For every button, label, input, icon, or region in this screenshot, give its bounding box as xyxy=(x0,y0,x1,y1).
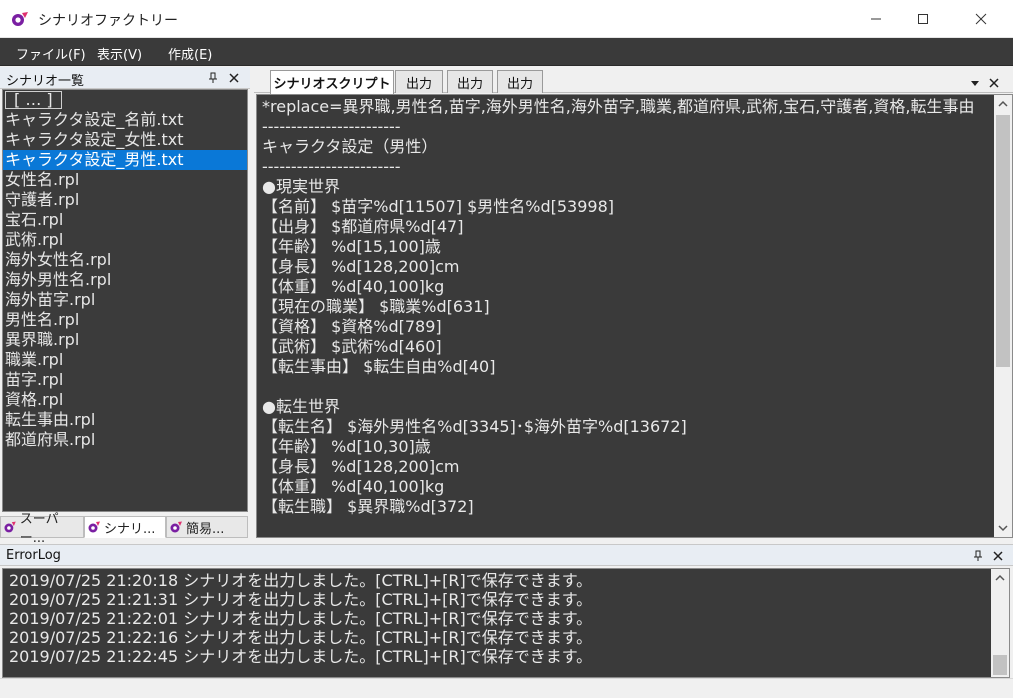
minimize-button[interactable] xyxy=(853,0,899,38)
close-icon[interactable] xyxy=(989,73,999,92)
errorlog-text[interactable]: 2019/07/25 21:20:18 シナリオを出力しました。[CTRL]+[… xyxy=(2,568,1010,678)
app-icon xyxy=(88,521,100,533)
scroll-thumb[interactable] xyxy=(996,115,1010,367)
menu-file[interactable]: ファイル(F) xyxy=(16,44,86,63)
errorlog-title: ErrorLog xyxy=(6,548,61,563)
script-line: 【体重】 %d[40,100]kg xyxy=(262,277,445,296)
errorlog-scrollbar[interactable] xyxy=(991,569,1009,677)
tab-output-3[interactable]: 出力 xyxy=(497,70,543,93)
menu-create[interactable]: 作成(E) xyxy=(168,44,212,63)
pin-icon[interactable] xyxy=(970,548,986,564)
app-icon xyxy=(4,521,16,533)
app-window: シナリオファクトリー ファイル(F) 表示(V) 作成(E) シナリオ一覧 [ … xyxy=(0,0,1013,698)
script-line: ●現実世界 xyxy=(262,177,340,196)
close-icon[interactable] xyxy=(226,70,242,86)
close-icon[interactable] xyxy=(990,548,1006,564)
script-line: ●転生世界 xyxy=(262,397,340,416)
close-icon xyxy=(975,13,987,25)
log-line: 2019/07/25 21:22:45 シナリオを出力しました。[CTRL]+[… xyxy=(9,647,593,666)
list-item[interactable]: 守護者.rpl xyxy=(3,190,247,210)
script-line: 【転生事由】 $転生自由%d[40] xyxy=(262,357,496,376)
title-bar: シナリオファクトリー xyxy=(0,0,1013,38)
app-icon xyxy=(10,9,30,29)
script-line: 【武術】 $武術%d[460] xyxy=(262,337,442,356)
app-icon xyxy=(170,521,182,533)
scroll-down-icon[interactable] xyxy=(994,519,1012,537)
list-item-parent[interactable]: [ … ] xyxy=(3,90,247,110)
list-item[interactable]: 武術.rpl xyxy=(3,230,247,250)
tab-output-2[interactable]: 出力 xyxy=(447,70,493,93)
list-item[interactable]: 異界職.rpl xyxy=(3,330,247,350)
script-line: 【身長】 %d[128,200]cm xyxy=(262,457,460,476)
errorlog-header: ErrorLog xyxy=(0,544,1013,566)
list-item[interactable]: 宝石.rpl xyxy=(3,210,247,230)
script-line: キャラクタ設定（男性） xyxy=(262,137,438,156)
scenario-file-list[interactable]: [ … ] キャラクタ設定_名前.txt キャラクタ設定_女性.txt キャラク… xyxy=(2,89,248,512)
list-item[interactable]: 資格.rpl xyxy=(3,390,247,410)
script-editor[interactable]: *replace=異界職,男性名,苗字,海外男性名,海外苗字,職業,都道府県,武… xyxy=(256,94,1013,538)
dropdown-icon[interactable] xyxy=(970,73,980,92)
list-item[interactable]: 転生事由.rpl xyxy=(3,410,247,430)
script-text[interactable]: *replace=異界職,男性名,苗字,海外男性名,海外苗字,職業,都道府県,武… xyxy=(262,97,988,517)
list-item[interactable]: 男性名.rpl xyxy=(3,310,247,330)
script-line: 【身長】 %d[128,200]cm xyxy=(262,257,460,276)
script-line: 【体重】 %d[40,100]kg xyxy=(262,477,445,496)
list-item[interactable]: 女性名.rpl xyxy=(3,170,247,190)
tab-super-label: スーパー... xyxy=(19,512,59,546)
tab-output-1[interactable]: 出力 xyxy=(395,70,443,93)
menu-bar: ファイル(F) 表示(V) 作成(E) xyxy=(0,38,1013,66)
window-title: シナリオファクトリー xyxy=(38,13,178,29)
scroll-up-icon[interactable] xyxy=(991,569,1009,587)
script-line: 【転生職】 $異界職%d[372] xyxy=(262,497,474,516)
list-item-selected[interactable]: キャラクタ設定_男性.txt xyxy=(3,150,247,170)
scroll-thumb[interactable] xyxy=(993,655,1007,675)
parent-dir-label: [ … ] xyxy=(5,91,62,109)
list-item[interactable]: 都道府県.rpl xyxy=(3,430,247,450)
maximize-button[interactable] xyxy=(900,0,946,38)
script-line: 【年齢】 %d[15,100]歳 xyxy=(262,237,441,256)
menu-view[interactable]: 表示(V) xyxy=(97,44,142,63)
log-line: 2019/07/25 21:22:01 シナリオを出力しました。[CTRL]+[… xyxy=(9,609,593,628)
tab-scenario[interactable]: シナリ... xyxy=(84,516,166,538)
scroll-up-icon[interactable] xyxy=(994,95,1012,113)
pin-icon[interactable] xyxy=(205,70,221,86)
list-item[interactable]: 海外苗字.rpl xyxy=(3,290,247,310)
tab-simple-label: 簡易... xyxy=(186,521,225,537)
scenario-list-header: シナリオ一覧 xyxy=(0,67,250,89)
script-tab-bar: シナリオスクリプト 出力 出力 出力 xyxy=(254,67,1013,94)
script-line: 【名前】 $苗字%d[11507] $男性名%d[53998] xyxy=(262,197,615,216)
script-line xyxy=(262,377,988,397)
close-button[interactable] xyxy=(958,0,1004,38)
tab-super[interactable]: スーパー... xyxy=(0,512,84,546)
tab-simple[interactable]: 簡易... xyxy=(166,516,248,538)
log-line: 2019/07/25 21:22:16 シナリオを出力しました。[CTRL]+[… xyxy=(9,628,593,647)
list-item[interactable]: 海外男性名.rpl xyxy=(3,270,247,290)
maximize-icon xyxy=(918,14,928,24)
script-line: 【転生名】 $海外男性名%d[3345]･$海外苗字%d[13672] xyxy=(262,417,687,436)
list-item[interactable]: キャラクタ設定_女性.txt xyxy=(3,130,247,150)
script-line: ------------------------ xyxy=(262,157,401,176)
minimize-icon xyxy=(871,18,881,20)
script-scrollbar[interactable] xyxy=(994,95,1012,537)
script-line: 【出身】 $都道府県%d[47] xyxy=(262,217,464,236)
script-line: 【現在の職業】 $職業%d[631] xyxy=(262,297,490,316)
log-line: 2019/07/25 21:20:18 シナリオを出力しました。[CTRL]+[… xyxy=(9,571,593,590)
errorlog-panel: ErrorLog 2019/07/25 21:20:18 シナリオを出力しました… xyxy=(0,544,1013,698)
status-bar xyxy=(0,678,1013,698)
list-item[interactable]: 苗字.rpl xyxy=(3,370,247,390)
script-line: 【資格】 $資格%d[789] xyxy=(262,317,442,336)
list-item[interactable]: 海外女性名.rpl xyxy=(3,250,247,270)
scenario-list-title: シナリオ一覧 xyxy=(6,74,85,89)
left-panel-tabs: スーパー... シナリ... 簡易... xyxy=(0,512,250,546)
tab-scenario-script[interactable]: シナリオスクリプト xyxy=(270,70,394,94)
script-line: 【年齢】 %d[10,30]歳 xyxy=(262,437,431,456)
script-line: *replace=異界職,男性名,苗字,海外男性名,海外苗字,職業,都道府県,武… xyxy=(262,97,975,116)
log-line: 2019/07/25 21:21:31 シナリオを出力しました。[CTRL]+[… xyxy=(9,590,593,609)
list-item[interactable]: 職業.rpl xyxy=(3,350,247,370)
list-item[interactable]: キャラクタ設定_名前.txt xyxy=(3,110,247,130)
script-line: ------------------------ xyxy=(262,117,401,136)
tab-scenario-label: シナリ... xyxy=(104,521,156,537)
